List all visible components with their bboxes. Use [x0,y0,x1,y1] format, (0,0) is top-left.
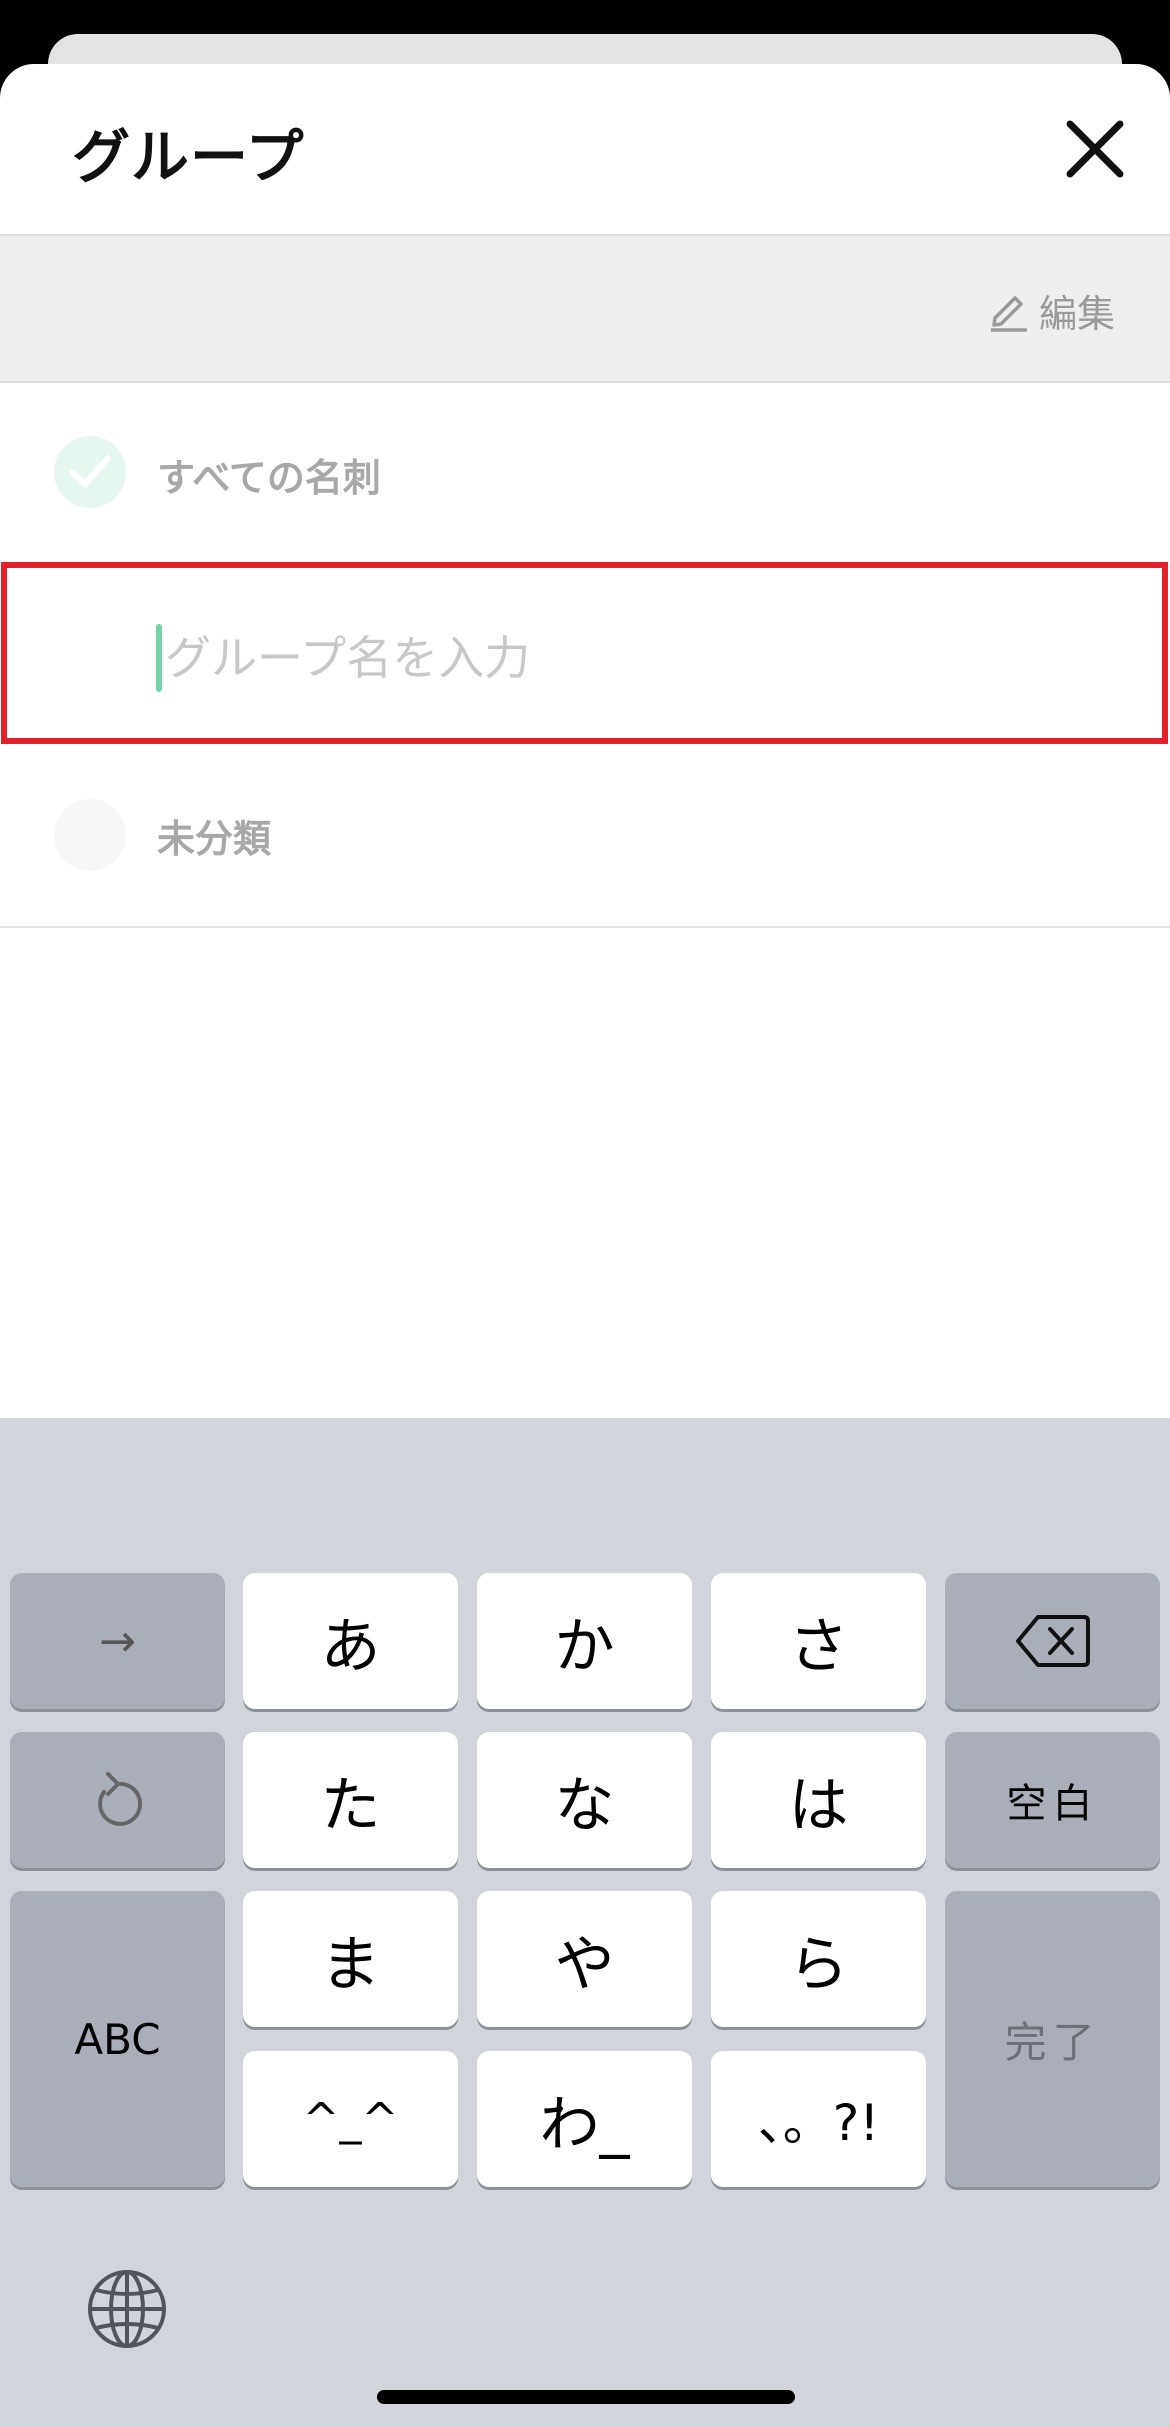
uncategorized-label: 未分類 [157,817,272,861]
undo-icon [97,1772,142,1826]
close-icon [1066,120,1124,178]
japanese-kana-keyboard: → あ か さ た な は 空白 ABC ま や ら 完了 ^_^ わ_ 、。?… [0,1418,1170,2427]
text-caret [156,624,162,692]
key-sa[interactable]: さ [711,1573,926,1709]
group-name-input[interactable] [165,618,1065,698]
edit-label: 編集 [1038,291,1115,336]
pencil-icon [990,296,1027,332]
backspace-icon [1015,1615,1090,1667]
undo-key[interactable] [10,1732,225,1868]
key-na[interactable]: な [477,1732,692,1868]
key-ya[interactable]: や [477,1891,692,2027]
key-arrow-right[interactable]: → [10,1573,225,1709]
page-title: グループ [72,123,305,191]
key-ma[interactable]: ま [243,1891,458,2027]
check-icon [69,455,111,487]
key-ka[interactable]: か [477,1573,692,1709]
key-ra[interactable]: ら [711,1891,926,2027]
all-cards-label: すべての名刺 [157,456,381,500]
key-punctuation[interactable]: 、。?! [711,2051,926,2187]
selected-check [54,436,126,508]
globe-icon [88,2270,166,2348]
key-a[interactable]: あ [243,1573,458,1709]
key-ta[interactable]: た [243,1732,458,1868]
done-key[interactable]: 完了 [945,1891,1160,2187]
backspace-key[interactable] [945,1573,1160,1709]
abc-key[interactable]: ABC [10,1891,225,2187]
key-emoticon[interactable]: ^_^ [243,2051,458,2187]
new-group-input-row[interactable] [1,562,1168,744]
group-row-all-cards[interactable]: すべての名刺 [0,384,1170,564]
edit-button[interactable]: 編集 [987,282,1115,338]
key-wa[interactable]: わ_ [477,2051,692,2187]
sheet-header: グループ [0,64,1170,234]
close-button[interactable] [1060,114,1130,184]
edit-bar: 編集 [0,234,1170,383]
globe-button[interactable] [86,2268,168,2350]
unselected-circle [54,799,126,871]
home-indicator[interactable] [377,2390,795,2404]
group-row-uncategorized[interactable]: 未分類 [0,744,1170,928]
space-key[interactable]: 空白 [945,1732,1160,1868]
key-ha[interactable]: は [711,1732,926,1868]
